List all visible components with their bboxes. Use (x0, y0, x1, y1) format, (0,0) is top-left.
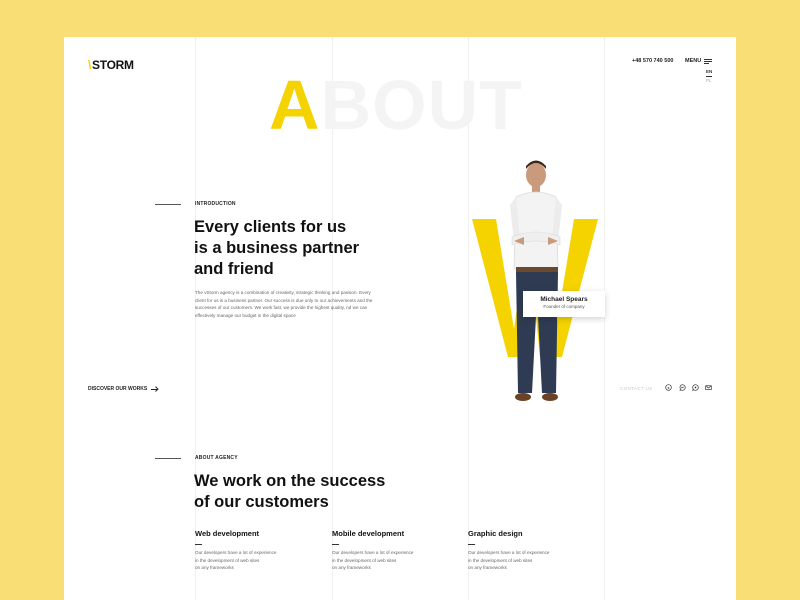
language-pl[interactable]: PL (706, 78, 712, 83)
service-dash (468, 544, 475, 545)
service-description: Our developers have a lot of experience … (195, 549, 315, 572)
menu-label: MENU (685, 58, 702, 64)
hero-word: ABOUT (269, 70, 523, 140)
logo-text: STORM (92, 58, 134, 72)
service-title: Web development (195, 529, 260, 538)
service-title: Mobile development (332, 529, 405, 538)
discover-works-link[interactable]: DISCOVER OUR WORKS (88, 386, 158, 392)
intro-eyebrow: INTRODUCTION (195, 201, 236, 207)
intro-body: The vStorm agency is a combination of cr… (195, 289, 395, 319)
desc-line: Our developers have a lot of experience (468, 550, 550, 555)
desc-line: Our developers have a lot of experience (332, 550, 414, 555)
hero-rest-letters: BOUT (320, 66, 523, 144)
desc-line: in the development of web sites (332, 557, 397, 563)
arrow-right-icon (151, 387, 158, 391)
svg-text:s: s (668, 386, 670, 390)
intro-headline: Every clients for us is a business partn… (194, 217, 359, 280)
desc-line: on any frameworks (195, 565, 234, 570)
hero-first-letter: A (269, 66, 321, 144)
service-description: Our developers have a lot of experience … (332, 549, 452, 572)
headline-line: Every clients for us (194, 218, 347, 236)
agency-headline: We work on the success of our customers (194, 471, 385, 513)
body-line: The vStorm agency is a combination of cr… (195, 290, 371, 295)
body-line: client for us is a business partner. Our… (195, 297, 373, 303)
discover-label: DISCOVER OUR WORKS (88, 386, 148, 392)
page-card: \STORM +48 570 740 500 MENU EN PL ABOUT … (64, 37, 736, 600)
logo[interactable]: \STORM (88, 58, 134, 72)
desc-line: on any frameworks (468, 565, 507, 570)
body-line: successes of our customers. We work fast… (195, 305, 368, 311)
service-title: Graphic design (468, 529, 523, 538)
desc-line: in the development of web sites (195, 557, 260, 563)
body-line: effectively manage our budget in the dig… (195, 312, 296, 318)
agency-eyebrow: ABOUT AGENCY (195, 455, 238, 461)
service-web: Web development Our developers have a lo… (195, 529, 315, 572)
founder-photo (472, 160, 598, 401)
whatsapp-icon[interactable] (692, 384, 699, 391)
service-mobile: Mobile development Our developers have a… (332, 529, 452, 572)
messenger-icon[interactable] (679, 384, 686, 391)
service-description: Our developers have a lot of experience … (468, 549, 588, 572)
headline-line: We work on the success (194, 472, 386, 490)
desc-line: on any frameworks (332, 565, 371, 570)
headline-line: and friend (194, 260, 274, 278)
founder-name: Michael Spears (540, 296, 588, 303)
service-dash (195, 544, 202, 545)
founder-card: Michael Spears Founder of company (523, 291, 605, 317)
hamburger-icon (704, 58, 713, 64)
mail-icon[interactable] (705, 384, 712, 391)
headline-line: of our customers (194, 493, 329, 511)
skype-icon[interactable]: s (665, 384, 672, 391)
desc-line: Our developers have a lot of experience (195, 550, 277, 555)
headline-line: is a business partner (194, 239, 360, 257)
menu-button[interactable]: MENU (685, 58, 713, 64)
section-rule (155, 458, 181, 459)
desc-line: in the development of web sites (468, 557, 533, 563)
section-rule (155, 204, 181, 205)
contact-label: CONTACT US (620, 386, 653, 391)
language-underline (706, 76, 712, 77)
founder-role: Founder of company (543, 304, 585, 309)
language-en[interactable]: EN (706, 69, 712, 74)
phone-number[interactable]: +48 570 740 500 (632, 58, 673, 64)
service-graphic: Graphic design Our developers have a lot… (468, 529, 588, 572)
service-dash (332, 544, 339, 545)
logo-slash: \ (88, 58, 92, 72)
